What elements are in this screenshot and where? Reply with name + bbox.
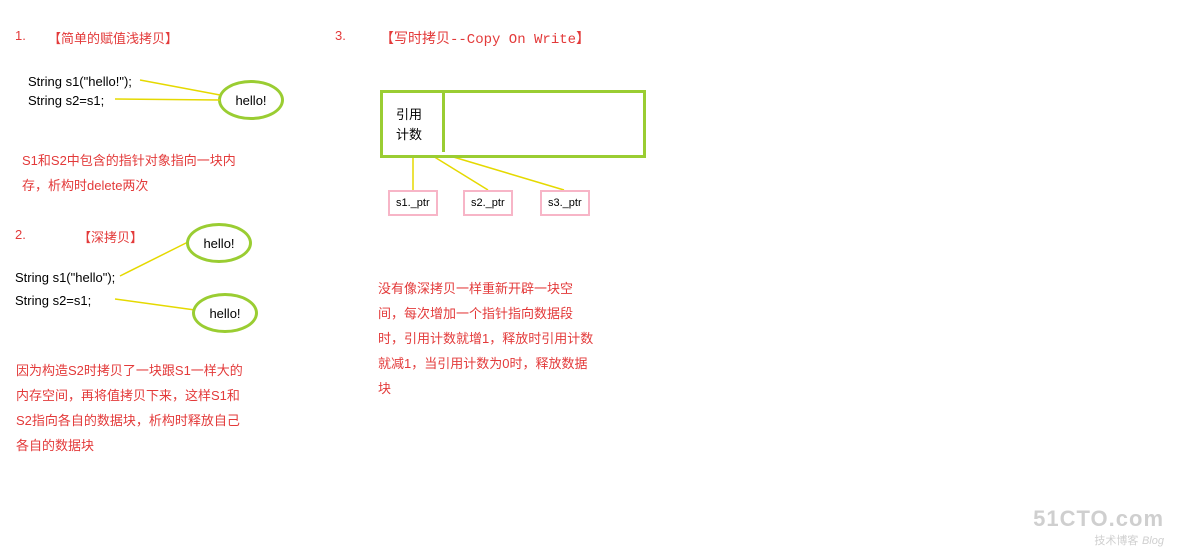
section2-bubble1: hello!	[186, 223, 252, 263]
watermark-sub1: 技术博客	[1094, 535, 1138, 547]
cow-ptr3: s3._ptr	[540, 190, 590, 216]
section1-code-line2: String s2=s1;	[28, 93, 104, 108]
section2-title: 【深拷贝】	[78, 227, 143, 246]
watermark-sub2: Blog	[1142, 535, 1164, 547]
section3-desc-line2: 间，每次增加一个指针指向数据段	[378, 303, 573, 322]
section1-desc-line2: 存，析构时delete两次	[22, 175, 148, 194]
cow-ptr1: s1._ptr	[388, 190, 438, 216]
section2-code-line2: String s2=s1;	[15, 293, 91, 308]
section3-desc-line3: 时，引用计数就增1，释放时引用计数	[378, 328, 593, 347]
watermark: 51CTO.com 技术博客 Blog	[1033, 506, 1164, 548]
watermark-domain: 51CTO.com	[1033, 506, 1164, 532]
section3-title: 【写时拷贝--Copy On Write】	[380, 28, 590, 48]
cow-refcount-label-l1: 引用	[396, 104, 422, 123]
section2-code-line1: String s1("hello");	[15, 270, 115, 285]
section1-desc-line1: S1和S2中包含的指针对象指向一块内	[22, 150, 236, 169]
cow-refcount-divider	[442, 90, 445, 152]
cow-ptr2: s2._ptr	[463, 190, 513, 216]
cow-refcount-label-l2: 计数	[396, 124, 422, 143]
section1-number: 1.	[15, 28, 26, 43]
section3-number: 3.	[335, 28, 346, 43]
section3-desc-line5: 块	[378, 378, 391, 397]
section2-desc-line1: 因为构造S2时拷贝了一块跟S1一样大的	[16, 360, 243, 379]
section3-desc-line1: 没有像深拷贝一样重新开辟一块空	[378, 278, 573, 297]
section2-bubble2: hello!	[192, 293, 258, 333]
section1-bubble: hello!	[218, 80, 284, 120]
section1-title: 【简单的赋值浅拷贝】	[48, 28, 178, 47]
section2-number: 2.	[15, 227, 26, 242]
section2-desc-line3: S2指向各自的数据块，析构时释放自己	[16, 410, 240, 429]
section3-desc-line4: 就减1，当引用计数为0时，释放数据	[378, 353, 587, 372]
section2-desc-line2: 内存空间，再将值拷贝下来，这样S1和	[16, 385, 240, 404]
section2-desc-line4: 各自的数据块	[16, 435, 94, 454]
section1-code-line1: String s1("hello!");	[28, 74, 132, 89]
